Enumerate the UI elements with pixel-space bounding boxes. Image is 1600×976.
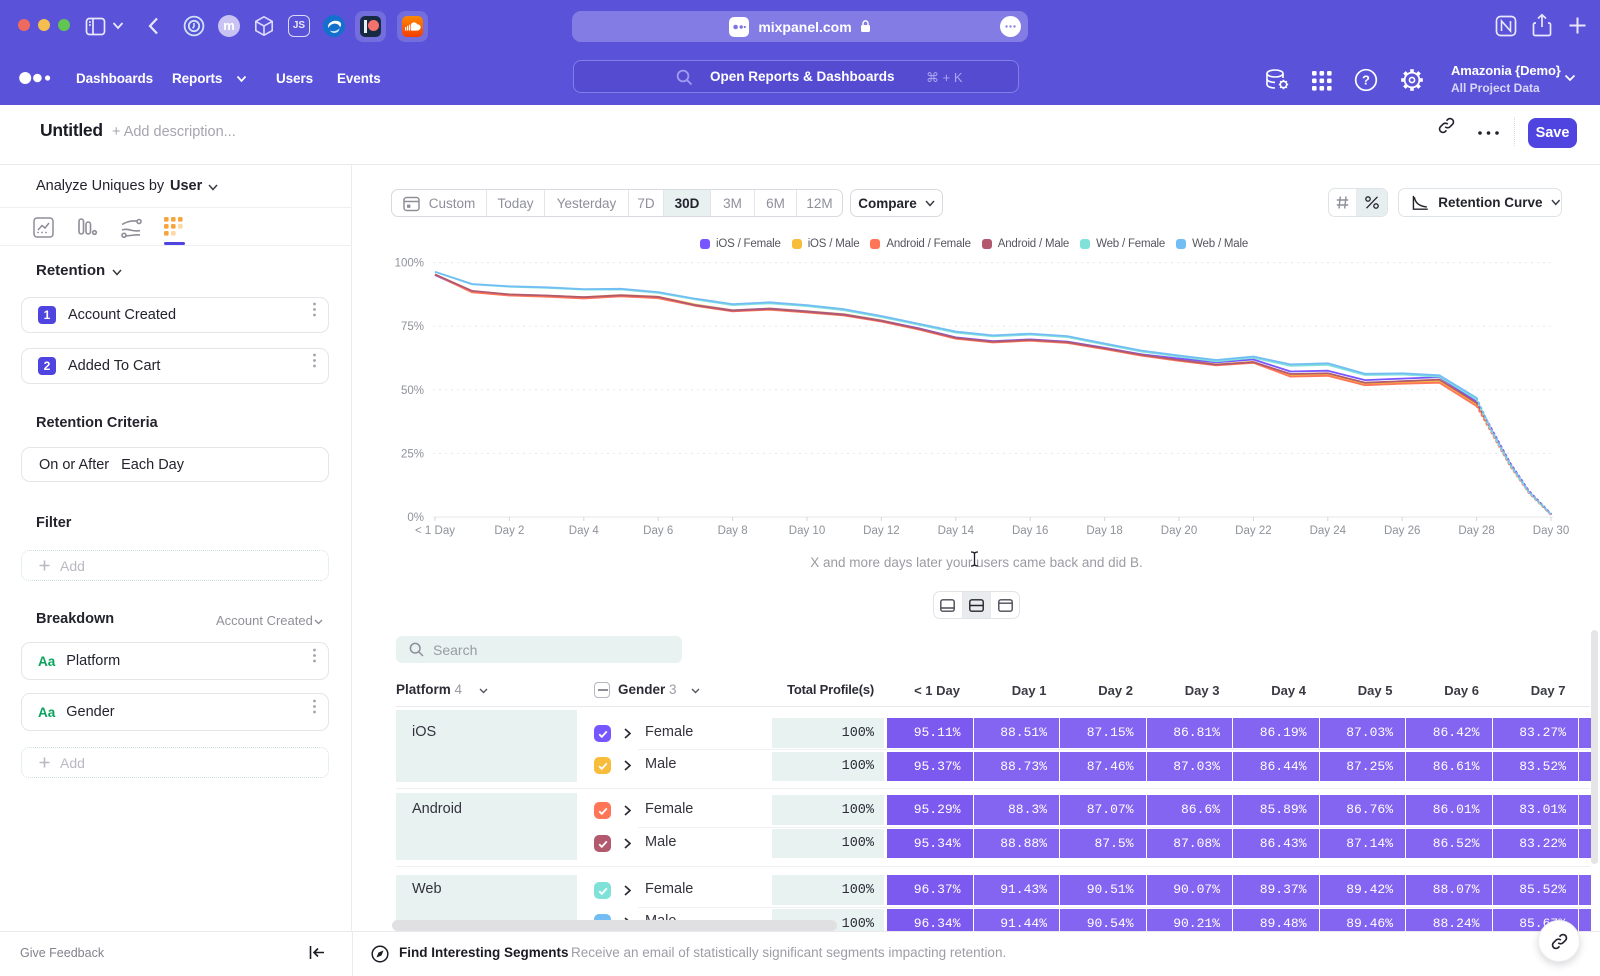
svg-text:Day 14: Day 14 xyxy=(938,525,975,537)
svg-text:Day 4: Day 4 xyxy=(569,525,600,537)
svg-text:Day 26: Day 26 xyxy=(1384,525,1420,537)
svg-text:Day 12: Day 12 xyxy=(863,525,899,537)
svg-text:?: ? xyxy=(1362,73,1370,88)
svg-text:Day 10: Day 10 xyxy=(789,525,825,537)
svg-text:100%: 100% xyxy=(395,258,424,270)
svg-text:Day 18: Day 18 xyxy=(1086,525,1122,537)
svg-text:Day 20: Day 20 xyxy=(1161,525,1197,537)
svg-text:50%: 50% xyxy=(401,385,424,397)
svg-text:Day 8: Day 8 xyxy=(718,525,748,537)
svg-text:Day 22: Day 22 xyxy=(1235,525,1271,537)
svg-text:Day 6: Day 6 xyxy=(643,525,673,537)
svg-text:0%: 0% xyxy=(407,512,424,524)
svg-text:Day 28: Day 28 xyxy=(1458,525,1494,537)
svg-text:25%: 25% xyxy=(401,448,424,460)
svg-text:Day 2: Day 2 xyxy=(494,525,524,537)
svg-text:< 1 Day: < 1 Day xyxy=(415,525,455,537)
svg-text:Day 30: Day 30 xyxy=(1533,525,1569,537)
svg-text:Day 24: Day 24 xyxy=(1310,525,1347,537)
svg-text:Day 16: Day 16 xyxy=(1012,525,1048,537)
svg-text:75%: 75% xyxy=(401,321,424,333)
